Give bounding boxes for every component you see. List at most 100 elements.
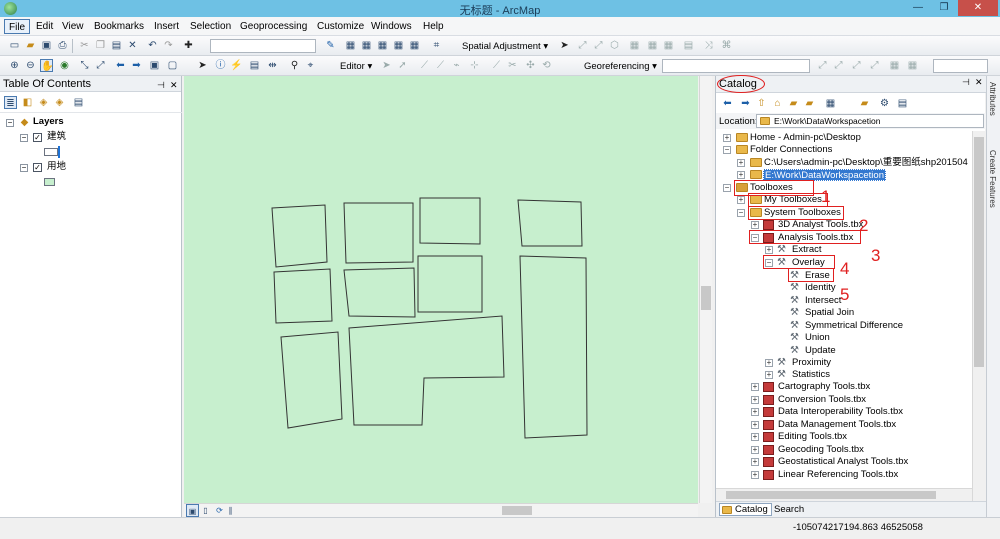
expand-toggle[interactable]: +	[737, 171, 745, 179]
tree-item-toolbox[interactable]: Geocoding Tools.tbx	[778, 444, 864, 456]
menu-geoprocessing[interactable]: Geoprocessing	[236, 19, 311, 34]
expand-toggle[interactable]: +	[723, 134, 731, 142]
go-to-xy-icon[interactable]: ⌖	[304, 59, 317, 72]
expand-toggle[interactable]: +	[751, 221, 759, 229]
close-icon[interactable]: ✕	[170, 77, 178, 93]
close-icon[interactable]: ✕	[975, 77, 983, 88]
list-by-drawing-order-icon[interactable]: ≣	[4, 96, 17, 109]
zoom-in-icon[interactable]: ⊕	[8, 59, 21, 72]
python-window-icon[interactable]: ▦	[408, 39, 421, 52]
create-features-tab[interactable]: Create Features	[988, 150, 997, 208]
collapse-toggle[interactable]: −	[737, 209, 745, 217]
redo-icon[interactable]: ↷	[162, 39, 175, 52]
limited-adjust-icon[interactable]: ⌘	[720, 39, 733, 52]
tab-catalog[interactable]: Catalog	[719, 503, 772, 516]
back-icon[interactable]: ⬅	[721, 97, 734, 110]
edit-tool-arrow-icon[interactable]: ➤	[380, 59, 393, 72]
back-extent-icon[interactable]: ⬅	[114, 59, 127, 72]
menu-selection[interactable]: Selection	[186, 19, 235, 34]
fixed-zoom-in-icon[interactable]: ⤡	[78, 59, 91, 72]
cut-icon[interactable]: ✂	[78, 39, 91, 52]
map-scale-dropdown[interactable]	[210, 39, 316, 53]
reshape-icon[interactable]: ✂	[506, 59, 519, 72]
building-polygon[interactable]	[519, 255, 588, 439]
layers-collapse-toggle[interactable]: −	[6, 119, 14, 127]
layer-symbol-fill[interactable]	[44, 178, 55, 186]
layer-name-yongdi[interactable]: 用地	[47, 161, 66, 173]
expand-toggle[interactable]: +	[751, 408, 759, 416]
menu-view[interactable]: View	[58, 19, 88, 34]
tree-item-symmetrical-difference[interactable]: Symmetrical Difference	[805, 320, 903, 332]
add-data-icon[interactable]: ✚	[182, 39, 195, 52]
tree-item-toolbox[interactable]: Editing Tools.tbx	[778, 431, 847, 443]
add-control-points-icon[interactable]: ⤢	[868, 59, 881, 72]
clear-selection-icon[interactable]: ▢	[166, 59, 179, 72]
forward-icon[interactable]: ➡	[739, 97, 752, 110]
adjust-icon[interactable]: ▦	[646, 39, 659, 52]
disconnect-folder-icon[interactable]: ▰	[803, 97, 816, 110]
copy-icon[interactable]: ❐	[94, 39, 107, 52]
point-icon[interactable]: ⊹	[468, 59, 481, 72]
catalog-horizontal-scrollbar[interactable]	[716, 488, 972, 501]
connect-folder-icon[interactable]: ▰	[787, 97, 800, 110]
attributes-tab[interactable]: Attributes	[988, 82, 997, 116]
html-popup-icon[interactable]: ▤	[248, 59, 261, 72]
editor-toolbar-icon[interactable]: ✎	[324, 39, 337, 52]
georeferencing-menu[interactable]: Georeferencing ▾	[584, 60, 657, 73]
menu-help[interactable]: Help	[419, 19, 448, 34]
paste-icon[interactable]: ▤	[110, 39, 123, 52]
hyperlink-icon[interactable]: ⚡	[230, 59, 243, 72]
select-elements-icon[interactable]: ➤	[558, 39, 571, 52]
tree-item-intersect[interactable]: Intersect	[805, 295, 841, 307]
edit-annotation-icon[interactable]: ➚	[396, 59, 409, 72]
data-view-icon[interactable]: ▣	[186, 504, 199, 517]
tree-item-toolbox[interactable]: Linear Referencing Tools.tbx	[778, 469, 898, 481]
new-folder-icon[interactable]: ▰	[858, 97, 871, 110]
toc-window-icon[interactable]: ▦	[344, 39, 357, 52]
menu-file[interactable]: File	[4, 19, 31, 34]
spatial-adjustment-menu[interactable]: Spatial Adjustment ▾	[462, 40, 548, 53]
edge-match-icon[interactable]: ⤨	[702, 39, 715, 52]
layer-collapse-toggle[interactable]: −	[20, 134, 28, 142]
tree-item-home[interactable]: Home - Admin-pc\Desktop	[750, 132, 861, 144]
tree-item-toolbox[interactable]: Cartography Tools.tbx	[778, 381, 870, 393]
scroll-thumb[interactable]	[701, 286, 711, 310]
find-icon[interactable]: ⚲	[288, 59, 301, 72]
tree-item-toolbox[interactable]: Conversion Tools.tbx	[778, 394, 866, 406]
view-link-table-icon[interactable]: ▦	[888, 59, 901, 72]
building-polygon[interactable]	[343, 267, 416, 318]
up-one-level-icon[interactable]: ⇧	[755, 97, 768, 110]
expand-toggle[interactable]: +	[751, 433, 759, 441]
endpoint-arc-icon[interactable]: ⟋	[434, 59, 447, 72]
delete-icon[interactable]: ✕	[126, 39, 139, 52]
new-document-icon[interactable]: ▭	[8, 39, 21, 52]
building-polygon[interactable]	[280, 331, 343, 429]
building-polygon[interactable]	[343, 202, 414, 264]
menu-customize[interactable]: Customize	[313, 19, 368, 34]
scroll-thumb[interactable]	[974, 137, 984, 367]
tab-search[interactable]: Search	[774, 504, 804, 515]
link-table-icon[interactable]: ▦	[628, 39, 641, 52]
shift-icon[interactable]: ⤢	[832, 59, 845, 72]
scroll-thumb[interactable]	[726, 491, 936, 499]
select-features-icon[interactable]: ▣	[148, 59, 161, 72]
expand-toggle[interactable]: +	[737, 196, 745, 204]
building-polygon[interactable]	[419, 197, 481, 245]
expand-toggle[interactable]: +	[765, 371, 773, 379]
tree-item-toolbox[interactable]: Geostatistical Analyst Tools.tbx	[778, 456, 908, 468]
tree-item-update[interactable]: Update	[805, 345, 836, 357]
expand-toggle[interactable]: +	[751, 421, 759, 429]
building-polygon[interactable]	[273, 268, 333, 324]
save-icon[interactable]: ▣	[40, 39, 53, 52]
layer-name-jianzhu[interactable]: 建筑	[47, 131, 66, 143]
edit-tool-icon[interactable]: ⤢	[576, 39, 589, 52]
rotate-georef-icon[interactable]: ⤢	[816, 59, 829, 72]
pause-drawing-icon[interactable]: ∥	[224, 504, 237, 517]
map-view[interactable]	[184, 76, 698, 503]
new-displacement-link-icon[interactable]: ⤢	[592, 39, 605, 52]
rotate-icon[interactable]: ⟲	[540, 59, 553, 72]
select-pointer-icon[interactable]: ➤	[196, 59, 209, 72]
tree-item-proximity[interactable]: Proximity	[792, 357, 831, 369]
trace-icon[interactable]: ⌁	[450, 59, 463, 72]
viewer-icon[interactable]: ▦	[906, 59, 919, 72]
